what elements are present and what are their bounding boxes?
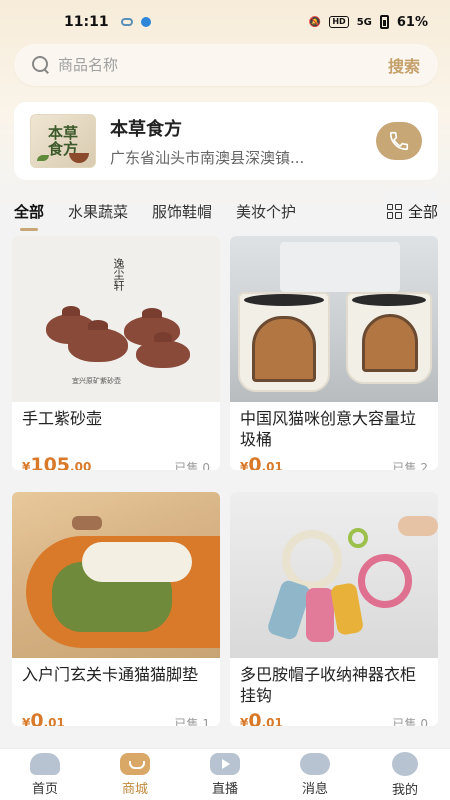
shop-name: 本草食方 bbox=[110, 118, 182, 140]
product-sold-count: 已售 0 bbox=[174, 461, 210, 470]
shop-icon bbox=[120, 752, 150, 775]
tab-clothing[interactable]: 服饰鞋帽 bbox=[152, 201, 212, 222]
product-card[interactable]: 入户门玄关卡通猫猫脚垫 ¥0.01 已售 1 bbox=[12, 492, 220, 726]
message-icon bbox=[300, 752, 330, 775]
status-bar: 11:11 🔕 HD 5G 61% bbox=[0, 0, 450, 44]
product-price: ¥105.00 bbox=[22, 454, 92, 470]
all-categories-label: 全部 bbox=[407, 202, 438, 221]
shop-logo: 本草食方 bbox=[30, 114, 96, 168]
hd-icon: HD bbox=[329, 16, 349, 28]
bottom-nav: 首页 商城 直播 消息 我的 bbox=[0, 748, 450, 800]
nav-live-label: 直播 bbox=[211, 781, 238, 797]
product-image-hat-hanger bbox=[230, 492, 438, 658]
call-button[interactable] bbox=[376, 122, 422, 160]
grid-icon bbox=[386, 203, 402, 219]
tab-all[interactable]: 全部 bbox=[14, 201, 44, 222]
product-name: 多巴胺帽子收纳神器衣柜挂钩 bbox=[240, 665, 417, 705]
profile-icon bbox=[392, 751, 418, 776]
product-price: ¥0.01 bbox=[240, 710, 283, 726]
product-name: 手工紫砂壶 bbox=[22, 409, 103, 428]
product-name: 中国风猫咪创意大容量垃圾桶 bbox=[240, 409, 417, 449]
tab-beauty[interactable]: 美妆个护 bbox=[236, 201, 296, 222]
product-sold-count: 已售 2 bbox=[392, 461, 428, 470]
search-bar[interactable]: 搜索 bbox=[14, 44, 438, 86]
product-name: 入户门玄关卡通猫猫脚垫 bbox=[22, 665, 199, 684]
nav-profile[interactable]: 我的 bbox=[375, 751, 435, 798]
teapot-caption-text: 宜兴原矿紫砂壶 bbox=[72, 377, 121, 385]
nav-live[interactable]: 直播 bbox=[195, 752, 255, 797]
home-icon bbox=[30, 752, 60, 775]
product-card[interactable]: 中国风猫咪创意大容量垃圾桶 ¥0.01 已售 2 bbox=[230, 236, 438, 470]
nav-mall-label: 商城 bbox=[121, 781, 148, 797]
product-sold-count: 已售 1 bbox=[174, 717, 210, 726]
nav-mall[interactable]: 商城 bbox=[105, 752, 165, 797]
category-tabs: 全部 水果蔬菜 服饰鞋帽 美妆个护 全部 bbox=[0, 190, 450, 232]
teapot-brand-text: 逸尘轩 bbox=[112, 258, 125, 291]
nav-profile-label: 我的 bbox=[391, 782, 418, 798]
status-time: 11:11 bbox=[64, 14, 109, 30]
nav-home[interactable]: 首页 bbox=[15, 752, 75, 797]
search-input[interactable] bbox=[58, 56, 388, 74]
product-price: ¥0.01 bbox=[240, 454, 283, 470]
app-notification-icon bbox=[140, 17, 151, 27]
nav-messages-label: 消息 bbox=[301, 781, 328, 797]
product-image-teapot: 逸尘轩 宜兴原矿紫砂壶 bbox=[12, 236, 220, 402]
product-card[interactable]: 逸尘轩 宜兴原矿紫砂壶 手工紫砂壶 ¥105.00 已售 0 bbox=[12, 236, 220, 470]
product-price: ¥0.01 bbox=[22, 710, 65, 726]
mute-icon: 🔕 bbox=[308, 16, 322, 28]
search-button[interactable]: 搜索 bbox=[388, 53, 420, 77]
product-sold-count: 已售 0 bbox=[392, 717, 428, 726]
product-image-trash-bins bbox=[230, 236, 438, 402]
battery-icon bbox=[379, 15, 389, 29]
phone-icon bbox=[389, 131, 409, 151]
all-categories-button[interactable]: 全部 bbox=[374, 190, 438, 232]
network-icon: 5G bbox=[356, 16, 372, 28]
product-grid: 逸尘轩 宜兴原矿紫砂壶 手工紫砂壶 ¥105.00 已售 0 中国风猫咪创意大容… bbox=[12, 236, 438, 726]
shop-address: 广东省汕头市南澳县深澳镇... bbox=[110, 148, 305, 167]
product-image-cat-doormat bbox=[12, 492, 220, 658]
shop-card[interactable]: 本草食方 本草食方 广东省汕头市南澳县深澳镇... bbox=[14, 102, 438, 180]
product-card[interactable]: 多巴胺帽子收纳神器衣柜挂钩 ¥0.01 已售 0 bbox=[230, 492, 438, 726]
search-icon bbox=[32, 56, 50, 74]
battery-level: 61% bbox=[396, 14, 428, 30]
cloud-icon bbox=[120, 18, 133, 26]
tab-fruits-vegetables[interactable]: 水果蔬菜 bbox=[68, 201, 128, 222]
live-icon bbox=[210, 752, 240, 775]
nav-home-label: 首页 bbox=[31, 781, 58, 797]
nav-messages[interactable]: 消息 bbox=[285, 752, 345, 797]
